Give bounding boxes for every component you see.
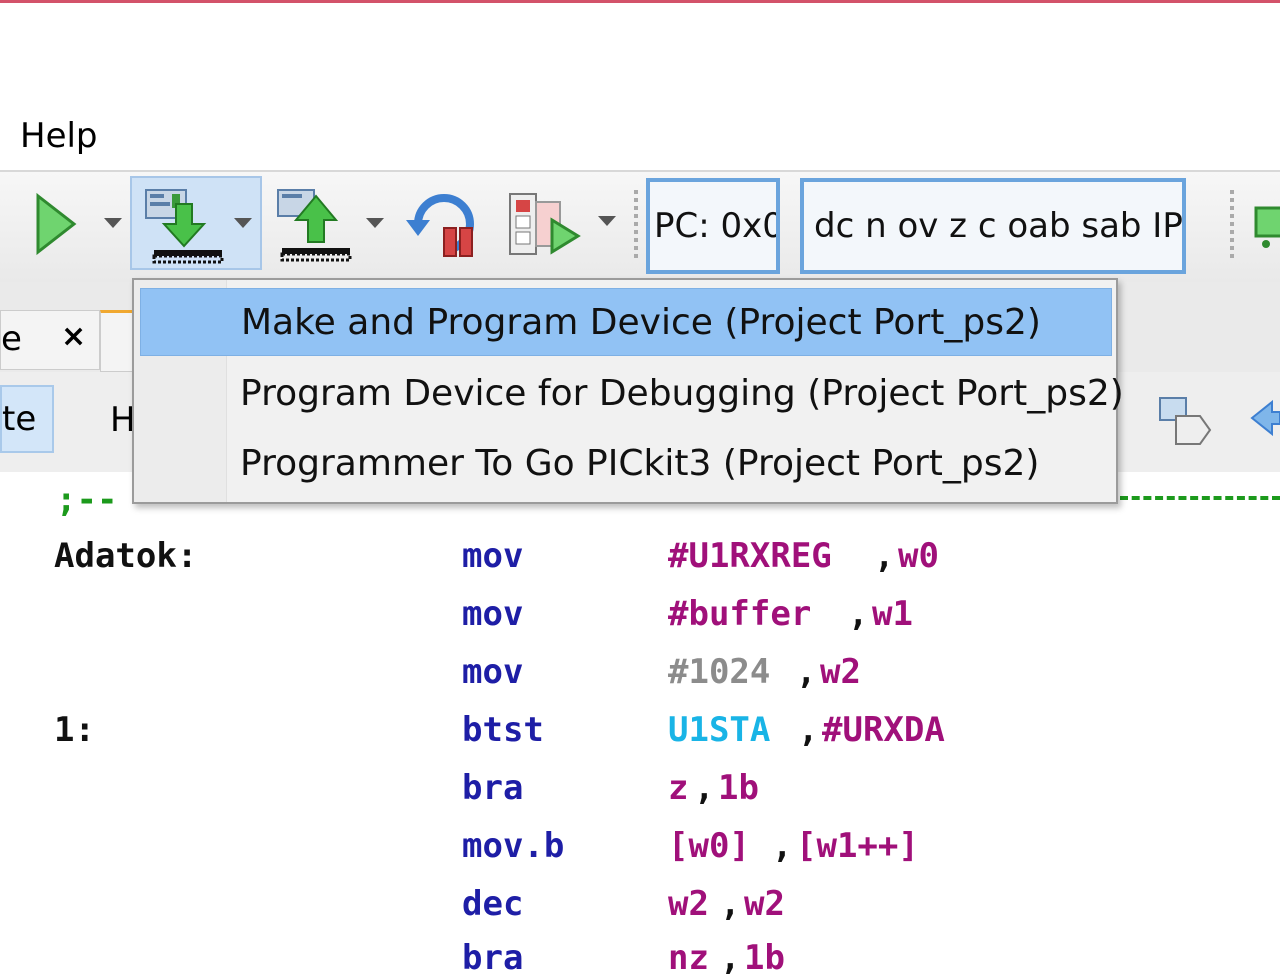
code-arg1: nz (668, 938, 709, 978)
pc-display: PC: 0x0 (646, 178, 780, 274)
run-button[interactable] (28, 180, 88, 268)
read-device-icon (277, 189, 352, 262)
step-button[interactable] (506, 180, 586, 268)
code-sep: , (848, 594, 869, 634)
code-sep: , (720, 884, 741, 924)
toolbar-separator (634, 190, 638, 262)
close-icon[interactable]: × (61, 319, 86, 354)
code-arg1: #buffer (668, 594, 812, 634)
code-op: bra (462, 938, 524, 978)
program-device-dropdown-arrow[interactable] (234, 218, 252, 228)
run-dropdown-arrow[interactable] (104, 218, 122, 228)
editor-tab[interactable]: e × (0, 310, 100, 370)
editor-tab-label: e (1, 319, 22, 359)
code-sep: , (720, 938, 741, 978)
cart-button[interactable] (1252, 180, 1280, 268)
code-label: Adatok: (54, 536, 198, 576)
menu-bar (0, 100, 1280, 170)
code-arg2: #URXDA (822, 710, 945, 750)
code-sep: , (874, 536, 895, 576)
read-device-button[interactable] (272, 180, 362, 268)
code-sep: , (798, 710, 819, 750)
code-sep: , (796, 652, 817, 692)
code-op: mov (462, 536, 524, 576)
code-label: 1: (54, 710, 95, 750)
code-arg1: U1STA (668, 710, 771, 750)
menu-item-make-and-program[interactable]: Make and Program Device (Project Port_ps… (140, 288, 1112, 356)
window-top-border (0, 0, 1280, 3)
code-arg2: w0 (898, 536, 939, 576)
program-device-icon (145, 189, 224, 264)
subtab-source[interactable]: te (0, 385, 54, 453)
read-device-dropdown-arrow[interactable] (366, 218, 384, 228)
toggle-bookmark-icon[interactable] (1156, 392, 1216, 452)
menu-item-programmer-to-go[interactable]: Programmer To Go PICkit3 (Project Port_p… (140, 430, 1112, 498)
step-dropdown-arrow[interactable] (598, 216, 616, 226)
step-icon (509, 193, 581, 255)
code-arg1: #1024 (668, 652, 771, 692)
code-sep: , (694, 768, 715, 808)
menu-help[interactable]: Help (20, 116, 98, 156)
run-icon (36, 192, 77, 256)
code-op: bra (462, 768, 524, 808)
back-icon[interactable] (1250, 392, 1280, 452)
code-arg1: w2 (668, 884, 709, 924)
code-arg2: w1 (872, 594, 913, 634)
code-arg2: 1b (718, 768, 759, 808)
hold-in-reset-button[interactable] (404, 180, 484, 268)
toolbar-separator-2 (1230, 190, 1234, 262)
code-editor[interactable]: ;-- Adatok: mov #U1RXREG , w0 mov #buffe… (0, 472, 1280, 978)
code-sep: , (772, 826, 793, 866)
code-arg2: [w1++] (796, 826, 919, 866)
code-arg2: 1b (744, 938, 785, 978)
code-comment-right (1120, 496, 1280, 500)
reset-icon (406, 194, 474, 257)
code-arg1: [w0] (668, 826, 750, 866)
code-arg2: w2 (820, 652, 861, 692)
cart-icon (1254, 206, 1280, 248)
program-device-button[interactable] (130, 176, 262, 270)
code-arg2: w2 (744, 884, 785, 924)
code-arg1: z (668, 768, 689, 808)
code-arg1: #U1RXREG (668, 536, 832, 576)
code-comment: ;-- (56, 480, 118, 520)
status-flags-display: dc n ov z c oab sab IP0 (800, 178, 1186, 274)
code-op: mov (462, 652, 524, 692)
menu-item-program-for-debugging[interactable]: Program Device for Debugging (Project Po… (140, 360, 1124, 428)
code-op: mov.b (462, 826, 565, 866)
code-op: btst (462, 710, 544, 750)
code-op: dec (462, 884, 524, 924)
code-op: mov (462, 594, 524, 634)
program-device-dropdown-menu: Make and Program Device (Project Port_ps… (132, 278, 1124, 504)
